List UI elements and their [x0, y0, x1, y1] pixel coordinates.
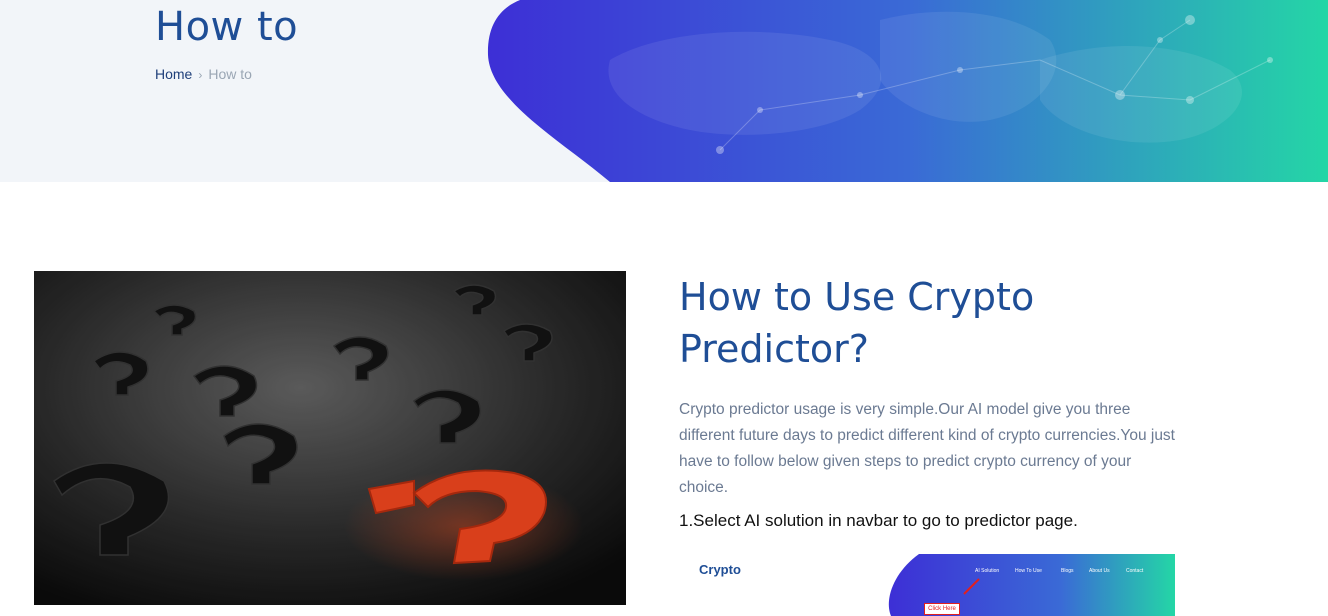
mini-nav-contact: Contact: [1126, 568, 1144, 574]
page-title: How to: [155, 4, 299, 50]
step-1-text: 1.Select AI solution in navbar to go to …: [679, 511, 1078, 530]
step-1-screenshot: Crypto AI Solution How To Use Blogs Abou…: [679, 554, 1175, 616]
mini-nav-about-us: About Us: [1089, 568, 1110, 574]
breadcrumb: Home › How to: [155, 66, 252, 82]
mini-nav-ai-solution: AI Solution: [975, 568, 1000, 574]
section-title: How to Use Crypto Predictor?: [679, 275, 1035, 371]
intro-paragraph: Crypto predictor usage is very simple.Ou…: [679, 401, 1175, 496]
content-section: How to Use Crypto Predictor? Crypto pred…: [679, 271, 1179, 531]
click-here-callout: Click Here: [924, 603, 960, 615]
question-marks-image: [34, 271, 626, 605]
breadcrumb-current: How to: [208, 66, 252, 82]
mini-nav-how-to-use: How To Use: [1015, 568, 1042, 574]
mini-logo: Crypto: [699, 562, 741, 577]
mini-nav-blogs: Blogs: [1061, 568, 1074, 574]
breadcrumb-home-link[interactable]: Home: [155, 66, 192, 82]
page-header: How to Home › How to: [0, 0, 1328, 182]
chevron-right-icon: ›: [198, 68, 203, 82]
